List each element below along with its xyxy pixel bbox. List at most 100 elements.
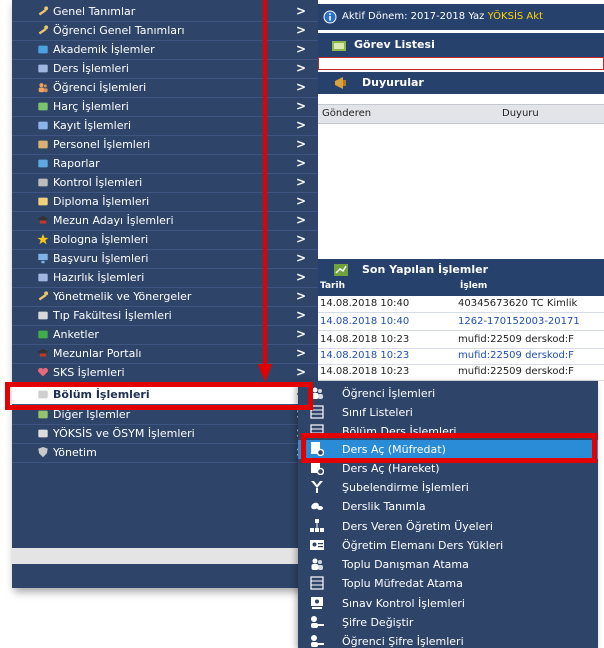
recent-action-row[interactable]: 14.08.2018 10:23 mufid:22509 derskod:F (318, 348, 604, 365)
submenu-item-ders-veren-retim-yeleri[interactable]: Ders Veren Öğretim Üyeleri (298, 517, 598, 536)
recent-action-row[interactable]: 14.08.2018 10:40 1262-170152003-20171 (318, 314, 604, 331)
cap-icon (37, 348, 49, 357)
menu-item-label: Raporlar (53, 157, 100, 170)
submenu-item-renci-ifre-i-lemleri[interactable]: Öğrenci Şifre İşlemleri (298, 632, 598, 648)
recent-actions-title: Son Yapılan İşlemler (362, 263, 489, 276)
menu-item-y-netmelik-ve-y-nergeler[interactable]: Yönetmelik ve Yönergeler > (12, 287, 318, 307)
heart-icon (38, 367, 48, 377)
chevron-right-icon: > (296, 365, 307, 379)
menu-item-y-ksi-s-ve-sym-i-lemleri[interactable]: YÖKSİS ve ÖSYM İşlemleri> (12, 424, 318, 444)
classroom-icon (311, 502, 323, 510)
submenu-item-derslik-tan-mla[interactable]: Derslik Tanımla (298, 497, 598, 516)
submenu-item-label: Toplu Danışman Atama (342, 558, 469, 571)
menu-item-ders-i-lemleri[interactable]: Ders İşlemleri > (12, 59, 318, 79)
chevron-right-icon: > (296, 137, 307, 151)
submenu-item-renci-i-lemleri[interactable]: Öğrenci İşlemleri (298, 384, 598, 403)
chevron-right-icon: > (296, 23, 307, 37)
chevron-right-icon: > (296, 118, 307, 132)
menu-item-label: Mezun Adayı İşlemleri (53, 214, 174, 227)
staff-icon (38, 140, 48, 149)
menu-item-y-netim[interactable]: Yönetim> (12, 443, 318, 463)
menu-item-akademik-i-lemler[interactable]: Akademik İşlemler > (12, 40, 318, 60)
menu-item-mezun-aday-i-lemleri[interactable]: Mezun Adayı İşlemleri > (12, 211, 318, 231)
chevron-right-icon: > (296, 270, 307, 284)
column-sender: Gönderen (322, 108, 372, 119)
menu-item-label: Kayıt İşlemleri (53, 119, 132, 132)
recent-action-date: 14.08.2018 10:23 (320, 334, 410, 345)
recent-action-text: mufid:22509 derskod:F (458, 366, 574, 377)
recent-action-row[interactable]: 14.08.2018 10:23 mufid:22509 derskod:F (318, 332, 604, 349)
announcements-header[interactable]: Duyurular (318, 72, 604, 94)
task-list-title: Görev Listesi (354, 38, 435, 51)
menu-item-sks-i-lemleri[interactable]: SKS İşlemleri > (12, 363, 318, 383)
menu-item-har-i-lemleri[interactable]: Harç İşlemleri > (12, 97, 318, 117)
menu-item-kay-t-i-lemleri[interactable]: Kayıt İşlemleri > (12, 116, 318, 136)
menu-item-label: Genel Tanımlar (53, 5, 136, 18)
announcements-title: Duyurular (362, 76, 424, 89)
submenu-item-label: Bölüm Ders İşlemleri (342, 425, 457, 438)
column-announcement: Duyuru (502, 108, 539, 119)
chevron-right-icon: > (296, 80, 307, 94)
cap-icon (37, 215, 49, 224)
list-icon (310, 405, 324, 419)
menu-item-haz-rl-k-i-lemleri[interactable]: Hazırlık İşlemleri > (12, 268, 318, 288)
menu-item-t-p-fak-ltesi-i-lemleri[interactable]: Tıp Fakültesi İşlemleri > (12, 306, 318, 326)
dashboard-panel: Aktif Dönem: 2017-2018 Yaz YÖKSİS Akt Gö… (318, 0, 604, 390)
task-list-header[interactable]: Görev Listesi (318, 33, 604, 57)
submenu-item-label: Ders Aç (Hareket) (342, 462, 440, 475)
menu-item-genel-tan-mlar[interactable]: Genel Tanımlar > (12, 2, 318, 22)
submenu-item-label: Sınav Kontrol İşlemleri (342, 597, 465, 610)
submenu-item-toplu-dan-man-atama[interactable]: Toplu Danışman Atama (298, 555, 598, 574)
announcements-table-header: Gönderen Duyuru (318, 104, 604, 124)
sidebar-gap (12, 548, 318, 564)
submenu-item-retim-eleman-ders-y-kleri[interactable]: Öğretim Elemanı Ders Yükleri (298, 536, 598, 555)
submenu-item-ders-a-m-fredat[interactable]: Ders Aç (Müfredat) (298, 440, 598, 459)
wrench-icon (38, 291, 49, 301)
red-arrow-annotation (258, 0, 272, 382)
other-icon (38, 410, 48, 419)
chevron-right-icon: > (296, 346, 307, 360)
menu-item-ba-vuru-i-lemleri[interactable]: Başvuru İşlemleri > (12, 249, 318, 269)
submenu-item-b-l-m-ders-i-lemleri[interactable]: Bölüm Ders İşlemleri (298, 422, 598, 441)
hierarchy-icon (310, 519, 324, 532)
survey-icon (38, 330, 48, 339)
menu-item-renci-i-lemleri[interactable]: Öğrenci İşlemleri > (12, 78, 318, 98)
recent-actions-header[interactable]: Son Yapılan İşlemler (318, 259, 604, 281)
menu-item-diploma-i-lemleri[interactable]: Diploma İşlemleri > (12, 192, 318, 212)
chevron-right-icon: > (296, 327, 307, 341)
recent-action-date: 14.08.2018 10:23 (320, 350, 410, 361)
submenu-item-ubelendirme-i-lemleri[interactable]: Şubelendirme İşlemleri (298, 478, 598, 497)
menu-item-renci-genel-tan-mlar[interactable]: Öğrenci Genel Tanımları > (12, 21, 318, 41)
menu-item-b-l-m-i-lemleri[interactable]: Bölüm İşlemleri< (12, 385, 318, 405)
submenu-item-s-n-f-listeleri[interactable]: Sınıf Listeleri (298, 403, 598, 422)
menu-item-anketler[interactable]: Anketler > (12, 325, 318, 345)
yoksis-icon (38, 429, 48, 438)
wrench-icon (38, 25, 49, 35)
monitor-icon (38, 253, 48, 264)
info-icon (323, 10, 337, 24)
menu-item-bologna-i-lemleri[interactable]: Bologna İşlemleri > (12, 230, 318, 250)
submenu-item-ifre-de-i-tir[interactable]: Şifre Değiştir (298, 613, 598, 632)
menu-item-kontrol-i-lemleri[interactable]: Kontrol İşlemleri > (12, 173, 318, 193)
submenu-item-ders-a-hareket[interactable]: Ders Aç (Hareket) (298, 459, 598, 478)
menu-item-personel-i-lemleri[interactable]: Personel İşlemleri > (12, 135, 318, 155)
menu-item-di-er-i-lemler[interactable]: Diğer İşlemler> (12, 405, 318, 425)
chevron-right-icon: > (296, 156, 307, 170)
chevron-right-icon: > (296, 61, 307, 75)
recent-action-row[interactable]: 14.08.2018 10:40 40345673620 TC Kimlik (318, 296, 604, 313)
recent-action-row[interactable]: 14.08.2018 10:23 mufid:22509 derskod:F (318, 364, 604, 381)
task-list-box (318, 57, 604, 70)
id-card-icon (310, 540, 324, 550)
submenu-item-label: Şubelendirme İşlemleri (342, 481, 469, 494)
book-icon (38, 64, 48, 73)
submenu-item-s-nav-kontrol-i-lemleri[interactable]: Sınav Kontrol İşlemleri (298, 594, 598, 613)
menu-item-label: YÖKSİS ve ÖSYM İşlemleri (53, 427, 195, 440)
course-open-icon (311, 461, 324, 475)
exam-icon (311, 597, 323, 609)
menu-item-raporlar[interactable]: Raporlar > (12, 154, 318, 174)
chevron-right-icon: > (296, 99, 307, 113)
chevron-right-icon: > (296, 42, 307, 56)
menu-item-label: Diploma İşlemleri (53, 195, 150, 208)
submenu-item-toplu-m-fredat-atama[interactable]: Toplu Müfredat Atama (298, 574, 598, 593)
menu-item-mezunlar-portal[interactable]: Mezunlar Portalı > (12, 344, 318, 364)
